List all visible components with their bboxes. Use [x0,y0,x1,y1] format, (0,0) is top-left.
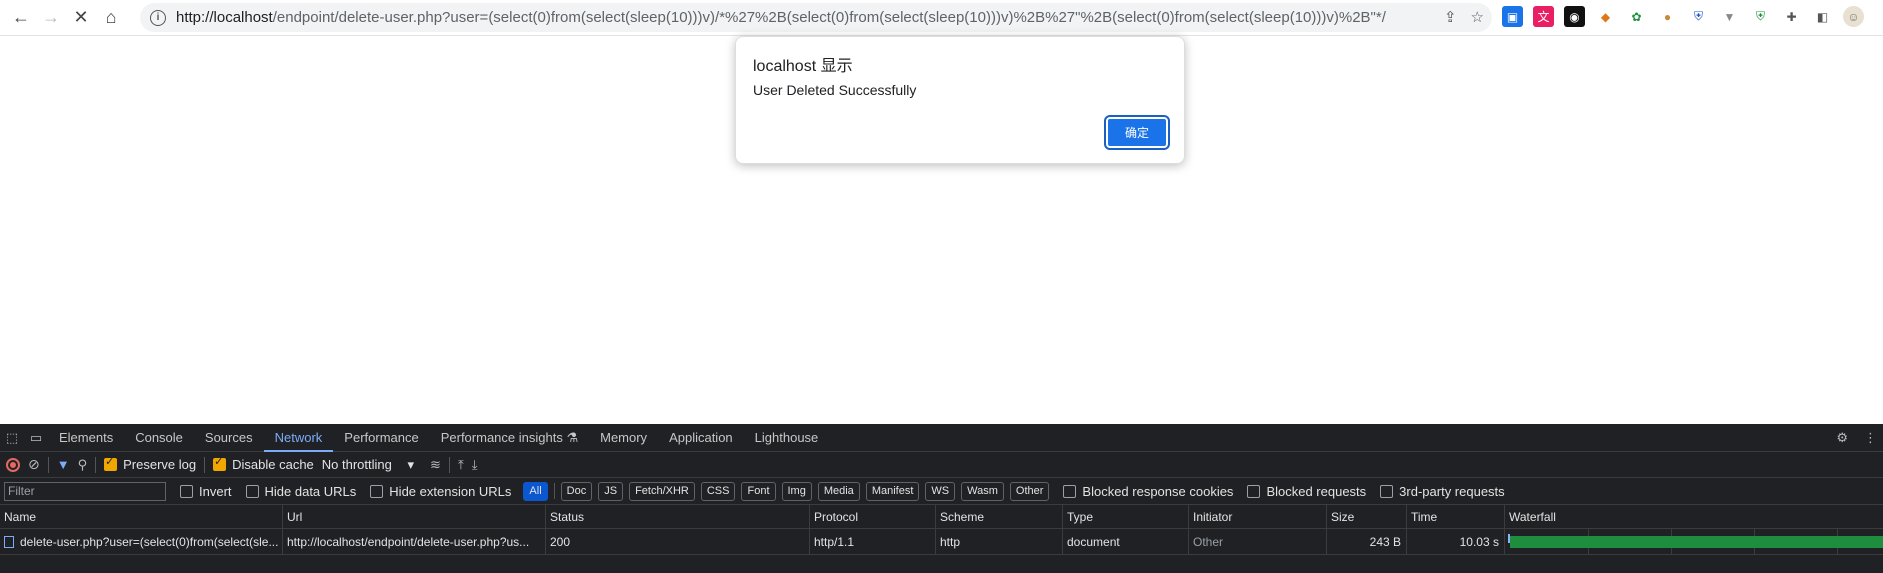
invert-checkbox[interactable]: Invert [180,484,232,499]
extension-cookie-icon[interactable]: ● [1657,6,1678,27]
tab-console[interactable]: Console [124,424,194,452]
type-chip-media[interactable]: Media [817,481,860,501]
cell-time: 10.03 s [1407,529,1505,554]
bookmark-star-icon[interactable]: ☆ [1471,8,1484,26]
hide-extension-urls-checkbox[interactable]: Hide extension URLs [370,484,511,499]
hide-data-urls-checkbox[interactable]: Hide data URLs [245,484,356,499]
column-header-scheme[interactable]: Scheme [936,505,1063,528]
tab-performance-insights[interactable]: Performance insights ⚗ [430,424,589,452]
filter-bar: Filter Invert Hide data URLs Hide extens… [0,478,1883,505]
tab-network[interactable]: Network [263,424,334,452]
extensions-bar: ▣ 文 ◉ ◆ ✿ ● ⛨ ▼ ⛨ ✚ ◧ ☺ [1502,6,1864,27]
devtools-tabbar: ⬚ ▭ Elements Console Sources Network Per… [0,424,1883,452]
type-chip-font[interactable]: Font [741,481,776,501]
cell-size: 243 B [1327,529,1407,554]
tab-memory[interactable]: Memory [589,424,658,452]
record-icon[interactable] [6,457,20,472]
dialog-title: localhost 显示 [753,58,853,75]
tab-elements[interactable]: Elements [48,424,124,452]
filter-input[interactable]: Filter [4,481,166,501]
tab-lighthouse[interactable]: Lighthouse [744,424,830,452]
cell-scheme: http [936,529,1063,554]
settings-gear-icon[interactable]: ⚙ [1836,430,1848,446]
type-chip-wasm[interactable]: Wasm [961,481,1004,501]
type-chip-img[interactable]: Img [781,481,812,501]
throttling-select[interactable]: No throttling ▾ [322,457,414,473]
column-header-type[interactable]: Type [1063,505,1189,528]
device-toolbar-icon[interactable]: ▭ [24,424,48,452]
type-chip-fetch-xhr[interactable]: Fetch/XHR [629,481,695,501]
extension-dark-icon[interactable]: ◉ [1564,6,1585,27]
cell-initiator: Other [1189,529,1327,554]
export-har-icon[interactable]: ⤓ [472,457,478,473]
home-icon[interactable]: ⌂ [96,3,126,33]
extension-shield-icon[interactable]: ⛨ [1688,6,1709,27]
alert-dialog: localhost 显示 User Deleted Successfully 确… [735,36,1185,164]
chevron-down-icon: ▾ [407,456,415,472]
type-chip-all[interactable]: All [523,481,548,501]
forward-icon[interactable]: → [36,3,66,33]
tab-sources[interactable]: Sources [194,424,264,452]
extension-screenshot-icon[interactable]: ▣ [1502,6,1523,27]
cell-protocol: http/1.1 [810,529,936,554]
more-options-icon[interactable]: ⋮ [1864,430,1877,446]
extensions-puzzle-icon[interactable]: ✚ [1781,6,1802,27]
type-chip-other[interactable]: Other [1009,481,1050,501]
cell-name[interactable]: delete-user.php?user=(select(0)from(sele… [0,529,283,554]
stop-loading-icon[interactable]: ✕ [66,3,96,33]
type-chip-js[interactable]: JS [598,481,624,501]
address-bar[interactable]: i http://localhost/endpoint/delete-user.… [140,3,1492,32]
column-header-protocol[interactable]: Protocol [810,505,936,528]
dialog-ok-button[interactable]: 确定 [1106,117,1168,148]
side-panel-icon[interactable]: ◧ [1812,6,1833,27]
extension-leaf-icon[interactable]: ✿ [1626,6,1647,27]
inspect-element-icon[interactable]: ⬚ [0,424,24,452]
back-icon[interactable]: ← [6,3,36,33]
site-info-icon[interactable]: i [150,9,166,26]
extension-metamask-icon[interactable]: ◆ [1595,6,1616,27]
extension-vue-icon[interactable]: ▼ [1719,6,1740,27]
address-bar-url[interactable]: http://localhost/endpoint/delete-user.ph… [176,9,1492,26]
network-table-header: Name Url Status Protocol Scheme Type Ini… [0,505,1883,529]
column-header-waterfall[interactable]: Waterfall [1505,505,1883,528]
waterfall-bar[interactable] [1510,536,1883,548]
column-header-size[interactable]: Size [1327,505,1407,528]
column-header-name[interactable]: Name [0,505,283,528]
extension-adblock-icon[interactable]: ⛨ [1750,6,1771,27]
profile-avatar-icon[interactable]: ☺ [1843,6,1864,27]
type-chip-manifest[interactable]: Manifest [865,481,920,501]
column-header-url[interactable]: Url [283,505,546,528]
column-header-time[interactable]: Time [1407,505,1505,528]
tab-performance[interactable]: Performance [333,424,429,452]
type-chip-doc[interactable]: Doc [560,481,593,501]
column-header-status[interactable]: Status [546,505,810,528]
preserve-log-checkbox[interactable]: Preserve log [104,455,196,472]
disable-cache-checkbox[interactable]: Disable cache [213,455,314,472]
search-icon[interactable]: ⚲ [78,457,88,473]
filter-funnel-icon[interactable]: ▼ [57,457,70,472]
tab-application[interactable]: Application [658,424,744,452]
table-row[interactable]: delete-user.php?user=(select(0)from(sele… [0,529,1883,555]
document-icon [4,536,14,548]
clear-icon[interactable]: ⊘ [28,456,40,473]
type-chip-ws[interactable]: WS [925,481,956,501]
extension-translate-icon[interactable]: 文 [1533,6,1554,27]
devtools-panel: ⬚ ▭ Elements Console Sources Network Per… [0,424,1883,573]
blocked-response-cookies-checkbox[interactable]: Blocked response cookies [1063,484,1233,499]
import-har-icon[interactable]: ⤒ [458,457,464,473]
share-icon[interactable]: ⇪ [1444,8,1457,26]
blocked-requests-checkbox[interactable]: Blocked requests [1247,484,1366,499]
network-toolbar: ⊘ ▼ ⚲ Preserve log Disable cache No thro… [0,452,1883,478]
dialog-message: User Deleted Successfully [753,82,917,98]
type-chip-css[interactable]: CSS [700,481,736,501]
network-conditions-icon[interactable]: ≋ [430,457,441,473]
cell-type: document [1063,529,1189,554]
cell-status: 200 [546,529,810,554]
column-header-initiator[interactable]: Initiator [1189,505,1327,528]
cell-url[interactable]: http://localhost/endpoint/delete-user.ph… [283,529,546,554]
third-party-requests-checkbox[interactable]: 3rd-party requests [1380,484,1505,499]
